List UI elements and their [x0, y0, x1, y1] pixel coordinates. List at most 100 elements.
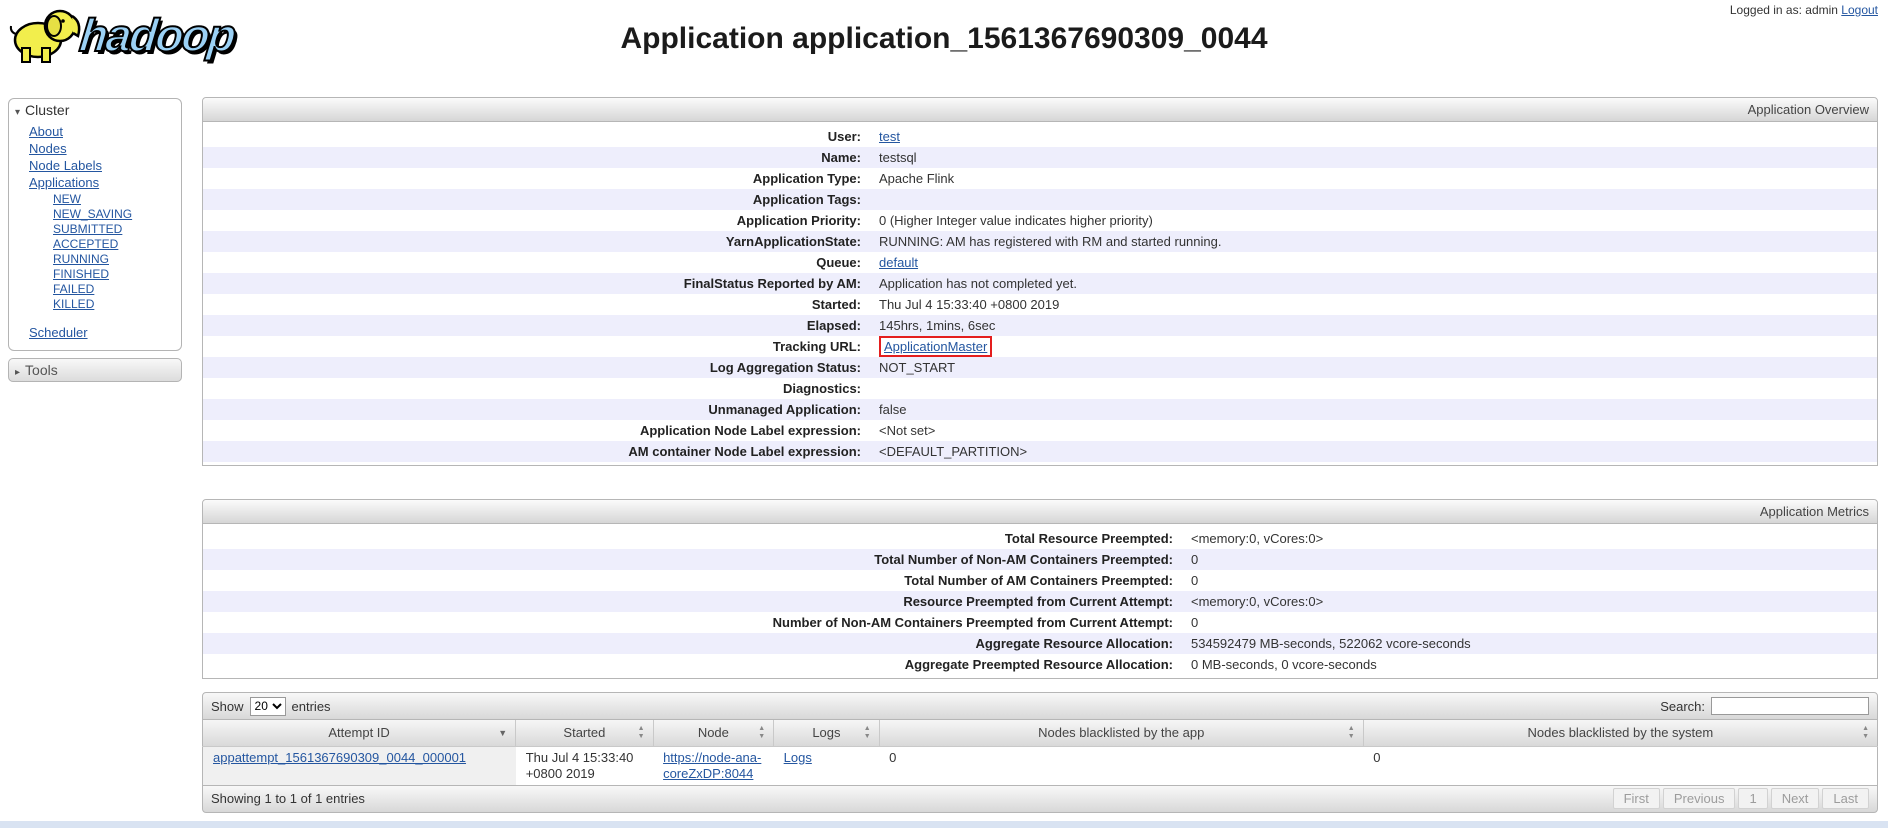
attempt-id-link[interactable]: appattempt_1561367690309_0044_000001	[213, 750, 466, 765]
pagination-1-button[interactable]: 1	[1738, 788, 1767, 809]
info-row-user: User:test	[203, 126, 1877, 147]
sidebar-state-link-killed[interactable]: KILLED	[53, 297, 94, 311]
sort-icon: ▲▼	[1862, 725, 1869, 741]
application-overview-header: Application Overview	[203, 98, 1877, 122]
column-header-nodes-blacklisted-by-the-app[interactable]: Nodes blacklisted by the app▲▼	[879, 720, 1363, 746]
info-label: Unmanaged Application:	[203, 399, 871, 420]
attempts-table: Attempt ID▼Started▲▼Node▲▼Logs▲▼Nodes bl…	[202, 720, 1878, 785]
sort-desc-icon: ▼	[498, 728, 507, 738]
caret-right-icon: ▸	[15, 367, 20, 378]
pagination-first-button[interactable]: First	[1613, 788, 1660, 809]
sidebar-state-running: RUNNING	[53, 252, 181, 267]
pagination-previous-button[interactable]: Previous	[1663, 788, 1736, 809]
logs-cell: Logs	[774, 746, 880, 785]
column-header-started[interactable]: Started▲▼	[516, 720, 653, 746]
tracking-url-link[interactable]: ApplicationMaster	[884, 339, 987, 354]
info-label: Application Priority:	[203, 210, 871, 231]
logged-in-label: Logged in as: admin	[1730, 3, 1838, 17]
page-bottom-strip	[0, 821, 1888, 828]
tools-panel-title: Tools	[25, 362, 58, 378]
sidebar-state-link-new-saving[interactable]: NEW_SAVING	[53, 207, 132, 221]
info-row-aggregate-resource-allocation: Aggregate Resource Allocation:534592479 …	[203, 633, 1877, 654]
tools-panel-header[interactable]: ▸ Tools	[9, 359, 181, 381]
info-value: testsql	[871, 147, 917, 168]
column-header-nodes-blacklisted-by-the-system[interactable]: Nodes blacklisted by the system▲▼	[1363, 720, 1877, 746]
info-value: RUNNING: AM has registered with RM and s…	[871, 231, 1221, 252]
datatable-footer-bar: Showing 1 to 1 of 1 entries FirstPreviou…	[202, 785, 1878, 813]
info-label: Total Number of AM Containers Preempted:	[203, 570, 1183, 591]
sidebar-link-about[interactable]: About	[29, 124, 63, 139]
attempts-table-header-row: Attempt ID▼Started▲▼Node▲▼Logs▲▼Nodes bl…	[203, 720, 1878, 746]
sidebar-state-submitted: SUBMITTED	[53, 222, 181, 237]
cluster-panel-title: Cluster	[25, 102, 69, 118]
started-cell: Thu Jul 4 15:33:40 +0800 2019	[516, 746, 653, 785]
node-link[interactable]: https://node-ana-coreZxDP:8044	[663, 750, 761, 781]
info-label: YarnApplicationState:	[203, 231, 871, 252]
pagination-last-button[interactable]: Last	[1822, 788, 1869, 809]
sidebar-state-link-submitted[interactable]: SUBMITTED	[53, 222, 122, 236]
info-value: <memory:0, vCores:0>	[1183, 528, 1323, 549]
info-label: Aggregate Resource Allocation:	[203, 633, 1183, 654]
info-row-yarnapplicationstate: YarnApplicationState:RUNNING: AM has reg…	[203, 231, 1877, 252]
logout-link[interactable]: Logout	[1841, 3, 1878, 17]
sort-icon: ▲▼	[758, 725, 765, 741]
sidebar-state-link-accepted[interactable]: ACCEPTED	[53, 237, 118, 251]
info-value: 0	[1183, 570, 1198, 591]
info-row-application-tags: Application Tags:	[203, 189, 1877, 210]
cluster-panel-header[interactable]: ▾ Cluster	[9, 99, 181, 121]
sidebar-item-scheduler[interactable]: Scheduler	[29, 325, 88, 340]
application-states-list: NEWNEW_SAVINGSUBMITTEDACCEPTEDRUNNINGFIN…	[53, 192, 181, 312]
application-overview-rows: User:testName:testsqlApplication Type:Ap…	[203, 122, 1877, 465]
sidebar-state-link-failed[interactable]: FAILED	[53, 282, 94, 296]
sidebar-state-new: NEW	[53, 192, 181, 207]
column-header-attempt-id[interactable]: Attempt ID▼	[203, 720, 516, 746]
info-label: Tracking URL:	[203, 336, 871, 357]
info-row-total-resource-preempted: Total Resource Preempted:<memory:0, vCor…	[203, 528, 1877, 549]
attempts-table-body: appattempt_1561367690309_0044_000001 Thu …	[203, 746, 1878, 785]
sidebar-link-node-labels[interactable]: Node Labels	[29, 158, 102, 173]
column-label: Node	[698, 725, 729, 740]
sidebar-state-link-running[interactable]: RUNNING	[53, 252, 109, 266]
info-value: 0 (Higher Integer value indicates higher…	[871, 210, 1153, 231]
red-highlight-box: ApplicationMaster	[879, 336, 992, 357]
logs-link[interactable]: Logs	[784, 750, 812, 765]
search-label: Search:	[1660, 699, 1705, 714]
user-link[interactable]: test	[879, 129, 900, 144]
info-row-number-of-non-am-containers-preempted-from-current-attempt: Number of Non-AM Containers Preempted fr…	[203, 612, 1877, 633]
sidebar-state-link-new[interactable]: NEW	[53, 192, 81, 206]
info-label: Resource Preempted from Current Attempt:	[203, 591, 1183, 612]
entries-per-page-select[interactable]: 20	[250, 697, 286, 716]
sidebar-link-applications[interactable]: Applications	[29, 175, 99, 190]
info-label: Name:	[203, 147, 871, 168]
info-value: false	[871, 399, 906, 420]
main-content: Application Overview User:testName:tests…	[202, 97, 1878, 813]
attempt-id-cell: appattempt_1561367690309_0044_000001	[203, 746, 516, 785]
pagination-next-button[interactable]: Next	[1771, 788, 1820, 809]
info-row-application-node-label-expression: Application Node Label expression:<Not s…	[203, 420, 1877, 441]
page-title: Application application_1561367690309_00…	[0, 22, 1888, 56]
info-label: Diagnostics:	[203, 378, 871, 399]
show-label: Show	[211, 699, 244, 714]
attempt-row: appattempt_1561367690309_0044_000001 Thu …	[203, 746, 1878, 785]
info-row-application-priority: Application Priority:0 (Higher Integer v…	[203, 210, 1877, 231]
sidebar: ▾ Cluster About Nodes Node Labels Applicatio…	[8, 98, 182, 382]
column-header-node[interactable]: Node ▲▼	[653, 720, 774, 746]
info-label: Application Node Label expression:	[203, 420, 871, 441]
info-value: 0 MB-seconds, 0 vcore-seconds	[1183, 654, 1377, 675]
sidebar-state-link-finished[interactable]: FINISHED	[53, 267, 109, 281]
info-value: test	[871, 126, 900, 147]
application-metrics-rows: Total Resource Preempted:<memory:0, vCor…	[203, 524, 1877, 678]
column-header-logs[interactable]: Logs▲▼	[774, 720, 880, 746]
info-value	[871, 189, 879, 210]
sidebar-state-killed: KILLED	[53, 297, 181, 312]
info-value: default	[871, 252, 918, 273]
sidebar-item-about: About	[29, 123, 181, 140]
info-label: Number of Non-AM Containers Preempted fr…	[203, 612, 1183, 633]
sidebar-link-nodes[interactable]: Nodes	[29, 141, 67, 156]
caret-down-icon: ▾	[15, 107, 20, 118]
queue-link[interactable]: default	[879, 255, 918, 270]
info-value: <memory:0, vCores:0>	[1183, 591, 1323, 612]
info-row-queue: Queue:default	[203, 252, 1877, 273]
tools-panel: ▸ Tools	[8, 358, 182, 382]
search-input[interactable]	[1711, 697, 1869, 715]
